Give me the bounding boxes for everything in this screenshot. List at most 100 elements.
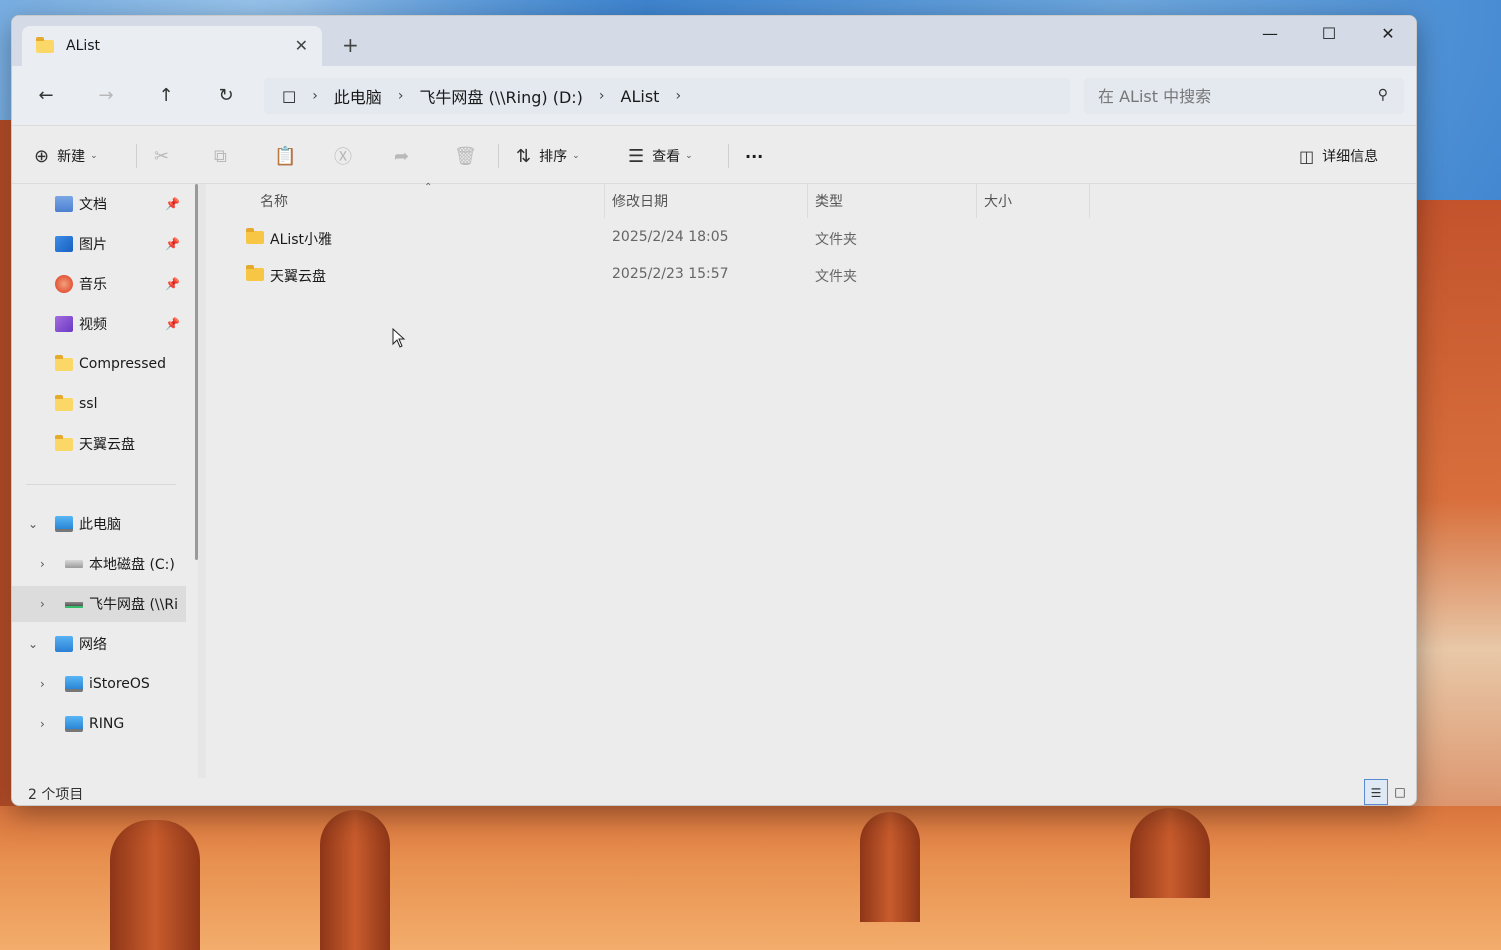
chevron-down-icon: ⌄: [685, 151, 693, 161]
sidebar-item-label: RING: [89, 716, 125, 732]
sidebar-item-label: Compressed: [79, 356, 167, 372]
share-button[interactable]: ➦: [394, 144, 417, 168]
more-options-button[interactable]: ···: [745, 144, 763, 168]
column-header-modified[interactable]: 修改日期: [612, 190, 668, 214]
sidebar-item-pictures[interactable]: 图片 📌: [12, 226, 186, 262]
details-pane-button[interactable]: ◫ 详细信息: [1299, 144, 1378, 168]
toolbar-divider: [136, 144, 137, 168]
sort-button[interactable]: ⇅ 排序 ⌄: [516, 144, 580, 168]
delete-button[interactable]: 🗑: [454, 144, 485, 168]
sidebar-item-istoreos[interactable]: › iStoreOS: [12, 666, 186, 702]
sidebar-item-label: 视频: [79, 317, 107, 333]
search-icon[interactable]: ⚲: [1378, 87, 1388, 103]
pin-icon[interactable]: 📌: [165, 197, 180, 211]
refresh-button[interactable]: ↻: [212, 84, 240, 108]
sidebar-item-ring[interactable]: › RING: [12, 706, 186, 742]
sidebar-item-label: 本地磁盘 (C:): [89, 557, 175, 573]
sidebar-item-ssl[interactable]: ssl: [12, 386, 186, 422]
toolbar-divider: [728, 144, 729, 168]
sidebar-item-this-pc[interactable]: ⌄ 此电脑: [12, 506, 186, 542]
breadcrumb-separator-icon[interactable]: ›: [312, 88, 318, 104]
pane-splitter[interactable]: [198, 184, 206, 778]
table-row[interactable]: 天翼云盘 2025/2/23 15:57 文件夹: [226, 259, 1286, 293]
column-divider[interactable]: [604, 184, 605, 218]
chevron-down-icon[interactable]: ⌄: [28, 637, 38, 651]
copy-button[interactable]: ⧉: [214, 144, 235, 168]
chevron-down-icon[interactable]: ⌄: [28, 517, 38, 531]
sort-label: 排序: [539, 149, 568, 165]
pin-icon[interactable]: 📌: [165, 317, 180, 331]
wallpaper-pillar: [1130, 808, 1210, 898]
pin-icon[interactable]: 📌: [165, 277, 180, 291]
share-icon: ➦: [394, 145, 410, 167]
new-tab-button[interactable]: +: [342, 34, 359, 56]
breadcrumb-this-pc[interactable]: 此电脑: [334, 84, 382, 108]
scissors-icon: ✂: [154, 145, 170, 167]
column-divider[interactable]: [1089, 184, 1090, 218]
sidebar-item-music[interactable]: 音乐 📌: [12, 266, 186, 302]
computer-icon: [65, 676, 83, 692]
search-input[interactable]: [1098, 86, 1358, 106]
monitor-icon[interactable]: □: [282, 87, 296, 105]
tab-close-icon[interactable]: ✕: [295, 36, 308, 55]
pin-icon[interactable]: 📌: [165, 237, 180, 251]
chevron-right-icon[interactable]: ›: [40, 557, 45, 571]
file-name: 天翼云盘: [270, 269, 326, 285]
file-modified: 2025/2/23 15:57: [612, 266, 729, 282]
chevron-right-icon[interactable]: ›: [40, 717, 45, 731]
computer-icon: [65, 716, 83, 732]
sidebar-item-drive-d[interactable]: › 飞牛网盘 (\\Ri: [12, 586, 186, 622]
network-icon: [55, 636, 73, 652]
sidebar-item-label: iStoreOS: [89, 676, 150, 692]
details-view-button[interactable]: ☰: [1364, 779, 1388, 805]
column-header-size[interactable]: 大小: [984, 190, 1012, 214]
sidebar-item-label: 飞牛网盘 (\\Ri: [89, 597, 178, 613]
table-row[interactable]: AList小雅 2025/2/24 18:05 文件夹: [226, 222, 1286, 256]
documents-icon: [55, 196, 73, 212]
breadcrumb[interactable]: □ › 此电脑 › 飞牛网盘 (\\Ring) (D:) › AList ›: [264, 78, 1070, 114]
breadcrumb-separator-icon[interactable]: ›: [398, 88, 404, 104]
sidebar-item-network[interactable]: ⌄ 网络: [12, 626, 186, 662]
view-button[interactable]: ☰ 查看 ⌄: [628, 144, 693, 168]
file-type: 文件夹: [815, 232, 857, 248]
file-modified: 2025/2/24 18:05: [612, 229, 729, 245]
close-window-button[interactable]: ✕: [1368, 22, 1408, 52]
breadcrumb-separator-icon[interactable]: ›: [675, 88, 681, 104]
rename-button[interactable]: Ⓧ: [334, 144, 360, 168]
file-list: ⌃ 名称 修改日期 类型 大小 AList小雅 2025/2/24 18:05 …: [206, 182, 1416, 778]
toolbar-divider: [498, 144, 499, 168]
tiles-view-button[interactable]: □: [1388, 779, 1412, 805]
back-button[interactable]: ←: [32, 84, 60, 108]
accent-line: [12, 805, 1346, 806]
column-divider[interactable]: [976, 184, 977, 218]
sidebar-item-label: 图片: [79, 237, 107, 253]
paste-button[interactable]: 📋: [274, 144, 304, 168]
minimize-button[interactable]: —: [1250, 22, 1290, 52]
chevron-right-icon[interactable]: ›: [40, 597, 45, 611]
sidebar-item-drive-c[interactable]: › 本地磁盘 (C:): [12, 546, 186, 582]
cut-button[interactable]: ✂: [154, 144, 177, 168]
breadcrumb-drive-d[interactable]: 飞牛网盘 (\\Ring) (D:): [419, 84, 583, 108]
sidebar-item-documents[interactable]: 文档 📌: [12, 186, 186, 222]
search-box[interactable]: ⚲: [1084, 78, 1404, 114]
sidebar-item-compressed[interactable]: Compressed: [12, 346, 186, 382]
sidebar-item-tianyi[interactable]: 天翼云盘: [12, 426, 186, 462]
wallpaper-pillar: [320, 810, 390, 950]
item-count: 2 个项目: [28, 787, 84, 803]
column-divider[interactable]: [807, 184, 808, 218]
column-header-name[interactable]: 名称: [260, 190, 288, 214]
maximize-button[interactable]: ☐: [1309, 22, 1349, 52]
breadcrumb-alist[interactable]: AList: [621, 87, 660, 106]
new-button[interactable]: ⊕ 新建 ⌄: [34, 144, 98, 168]
folder-icon: [246, 265, 264, 281]
clipboard-icon: 📋: [274, 145, 297, 167]
folder-icon: [36, 36, 54, 53]
up-button[interactable]: ↑: [152, 84, 180, 108]
column-header-type[interactable]: 类型: [815, 190, 843, 214]
chevron-right-icon[interactable]: ›: [40, 677, 45, 691]
tab-alist[interactable]: AList ✕: [22, 26, 322, 66]
breadcrumb-separator-icon[interactable]: ›: [599, 88, 605, 104]
view-label: 查看: [652, 149, 681, 165]
forward-button[interactable]: →: [92, 84, 120, 108]
sidebar-item-videos[interactable]: 视频 📌: [12, 306, 186, 342]
